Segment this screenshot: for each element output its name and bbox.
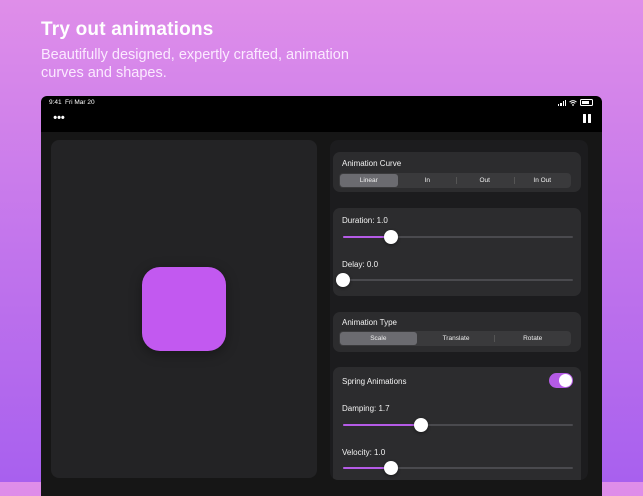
animated-square	[142, 267, 226, 351]
animation-type-segmented-control: Scale Translate Rotate	[339, 331, 571, 346]
promo-subtitle: Beautifully designed, expertly crafted, …	[41, 47, 349, 81]
type-option-scale[interactable]: Scale	[340, 332, 417, 345]
damping-label: Damping: 1.7	[342, 404, 390, 413]
damping-slider-thumb[interactable]	[414, 418, 429, 432]
more-horizontal-icon: •••	[53, 112, 65, 124]
pause-button[interactable]	[583, 114, 591, 123]
damping-slider[interactable]	[343, 417, 573, 433]
delay-slider-thumb[interactable]	[336, 273, 350, 287]
spring-animations-label: Spring Animations	[342, 377, 407, 386]
curve-option-linear[interactable]: Linear	[340, 174, 398, 187]
animation-curve-card: Animation Curve Linear In Out In Out	[333, 152, 581, 192]
velocity-slider[interactable]	[343, 460, 573, 476]
type-option-translate[interactable]: Translate	[418, 331, 495, 346]
device-screen: 9:41 Fri Mar 20 ••• Animation Curve Line…	[41, 96, 602, 496]
more-options-button[interactable]: •••	[52, 112, 66, 124]
velocity-label: Velocity: 1.0	[342, 448, 386, 457]
battery-icon	[580, 99, 593, 106]
curve-option-out[interactable]: Out	[456, 173, 514, 188]
status-date: Fri Mar 20	[65, 99, 95, 106]
duration-label: Duration: 1.0	[342, 216, 388, 225]
animation-preview	[51, 140, 317, 478]
cellular-signal-icon	[558, 99, 566, 106]
spring-animations-toggle[interactable]	[549, 373, 573, 388]
promo-title: Try out animations	[41, 19, 214, 40]
curve-option-in[interactable]: In	[399, 173, 457, 188]
wifi-icon	[569, 99, 577, 106]
pause-icon	[583, 114, 586, 123]
timing-card: Duration: 1.0 Delay: 0.0	[333, 208, 581, 296]
delay-label: Delay: 0.0	[342, 260, 379, 269]
main-content: Animation Curve Linear In Out In Out Dur…	[41, 132, 602, 496]
animation-type-label: Animation Type	[342, 318, 397, 327]
toggle-knob	[559, 374, 572, 387]
status-bar: 9:41 Fri Mar 20	[41, 96, 602, 110]
controls-panel: Animation Curve Linear In Out In Out Dur…	[330, 140, 588, 480]
status-icons	[558, 99, 593, 106]
duration-slider[interactable]	[343, 229, 573, 245]
curve-option-in-out[interactable]: In Out	[513, 173, 572, 188]
animation-curve-segmented-control: Linear In Out In Out	[339, 173, 571, 188]
velocity-slider-thumb[interactable]	[384, 461, 399, 475]
delay-slider[interactable]	[336, 272, 573, 288]
animation-type-card: Animation Type Scale Translate Rotate	[333, 312, 581, 352]
animation-curve-label: Animation Curve	[342, 159, 402, 168]
status-time: 9:41	[49, 99, 62, 106]
spring-card: Spring Animations Damping: 1.7 Velocity:…	[333, 367, 581, 480]
duration-slider-thumb[interactable]	[384, 230, 399, 244]
type-option-rotate[interactable]: Rotate	[494, 331, 571, 346]
